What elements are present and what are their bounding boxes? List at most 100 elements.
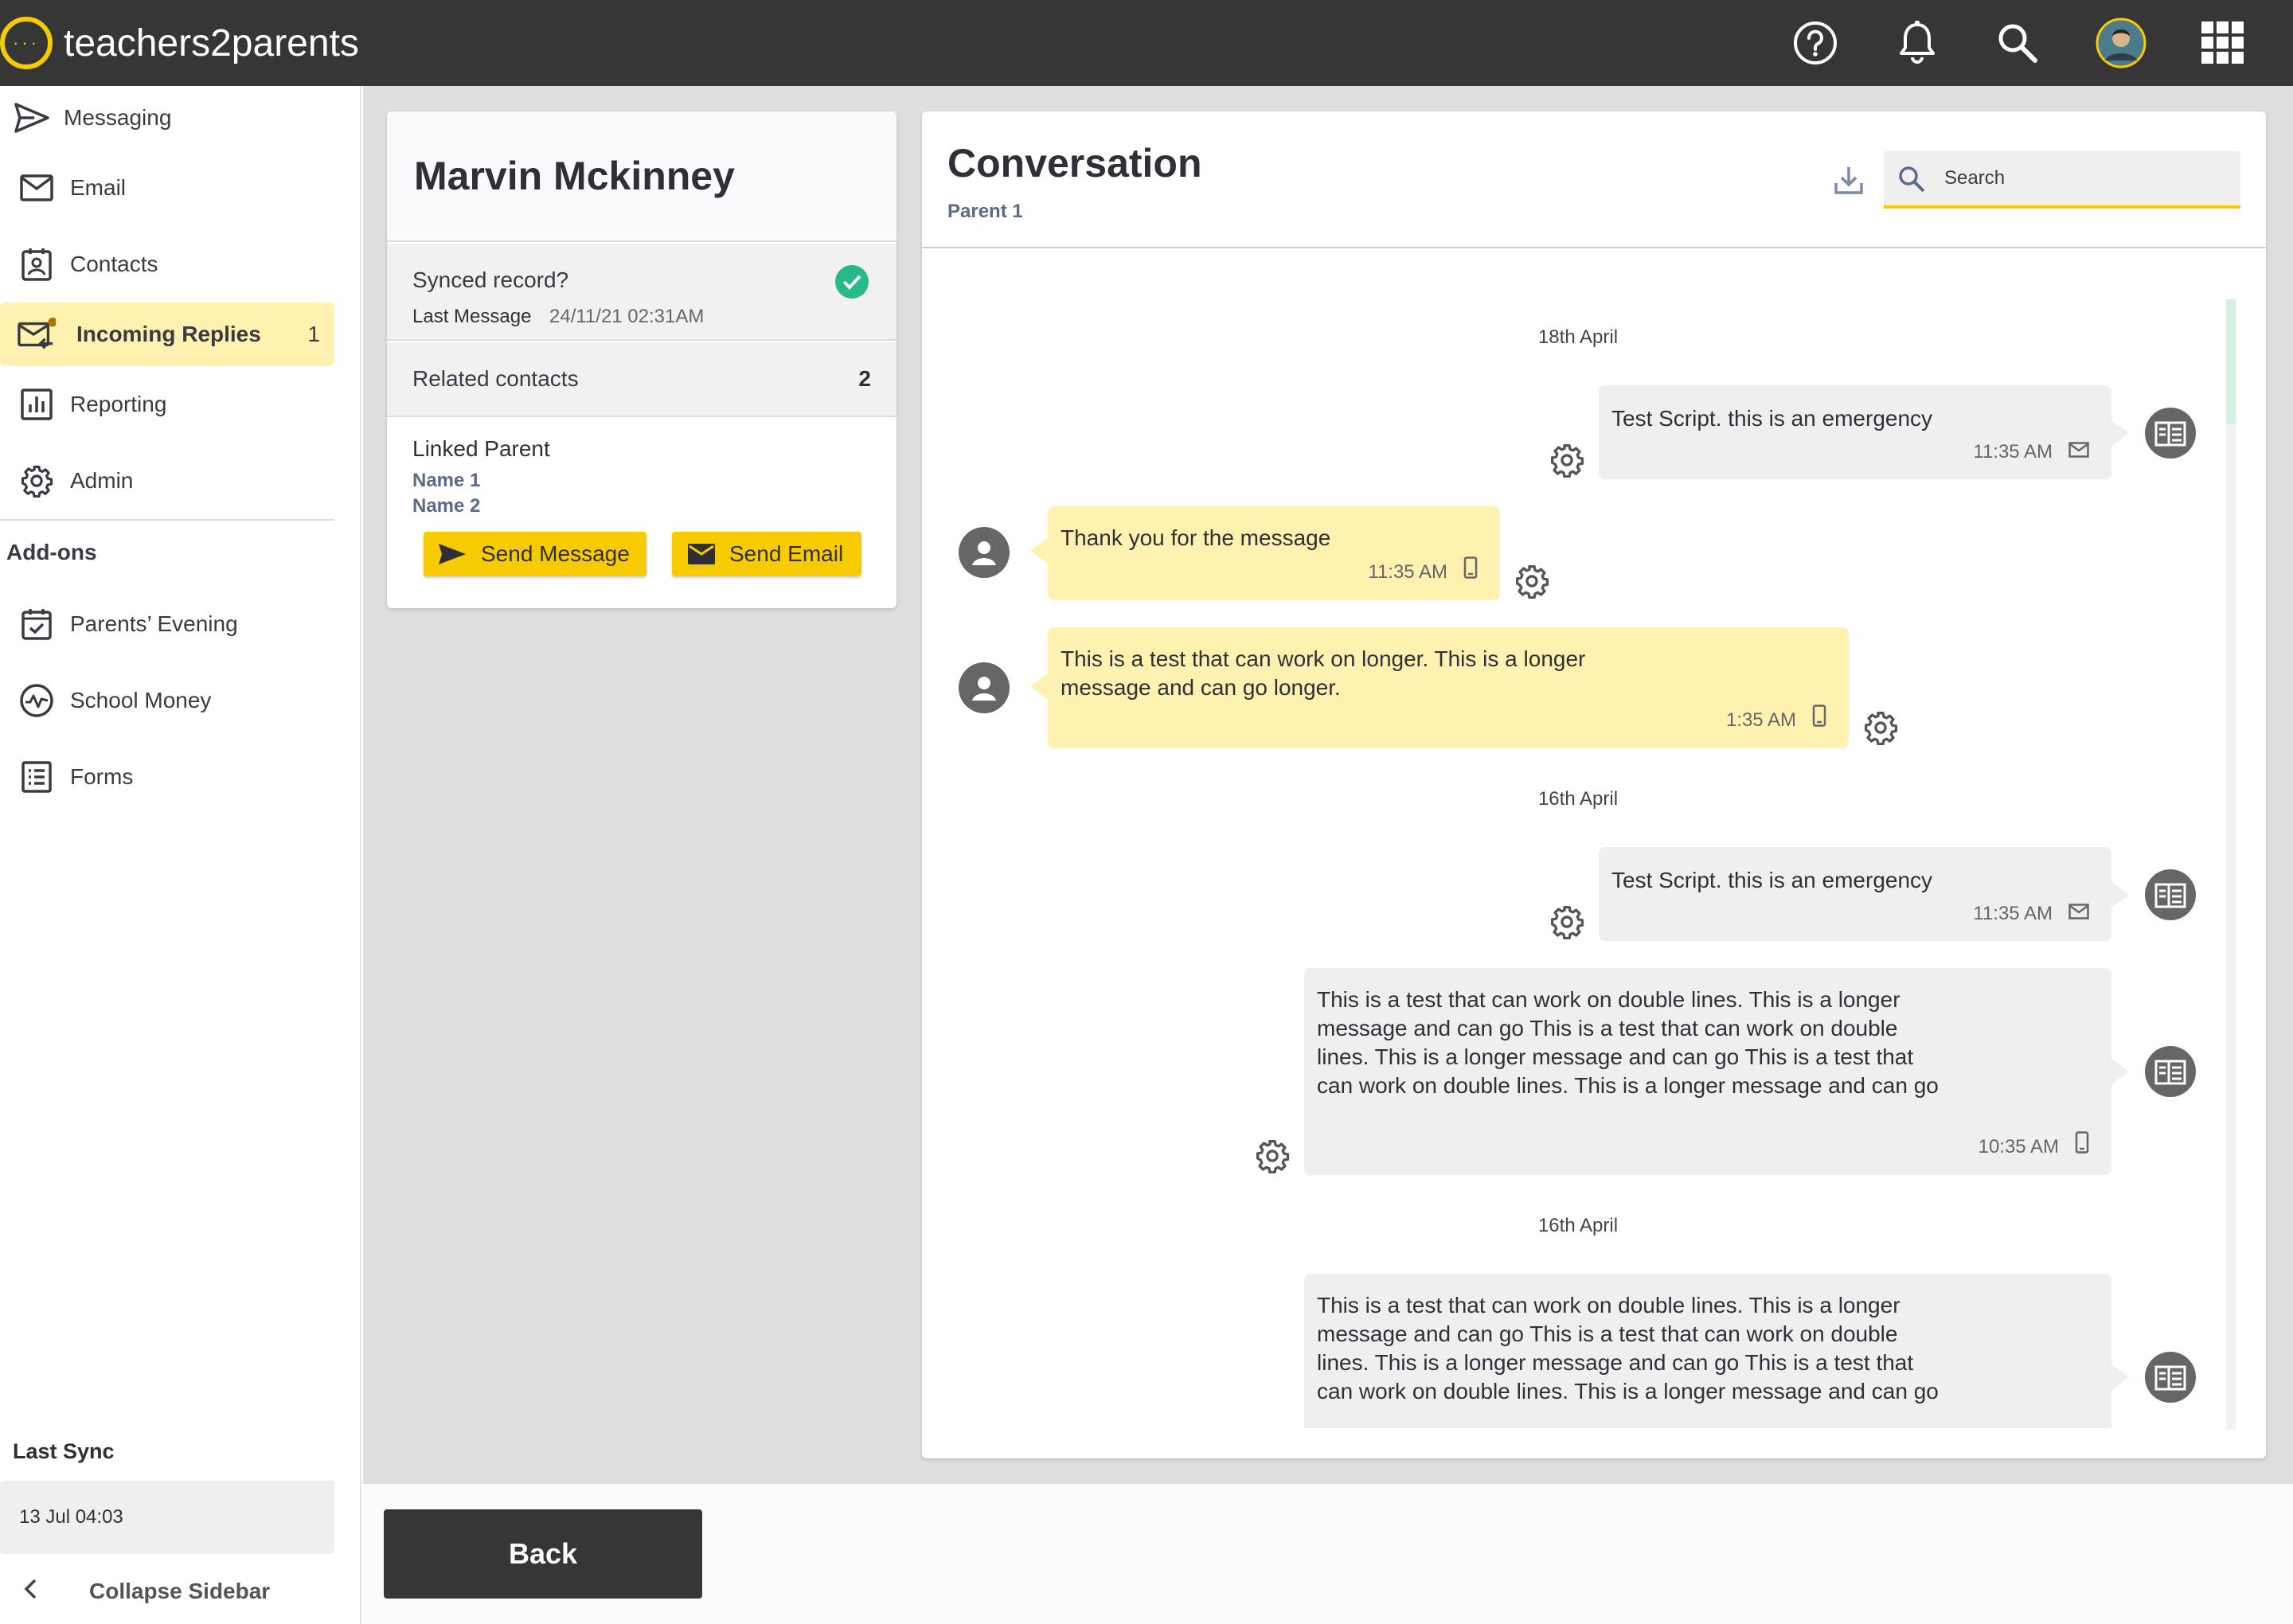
settings-gear-icon[interactable] xyxy=(1255,1138,1290,1174)
email-icon xyxy=(2068,900,2089,928)
send-message-button[interactable]: Send Message xyxy=(424,532,646,576)
contact-name: Marvin Mckinney xyxy=(414,154,735,198)
form-list-icon xyxy=(18,758,56,796)
sidebar-item-incoming-replies[interactable]: Incoming Replies 1 xyxy=(0,303,334,366)
sidebar-item-label: Reporting xyxy=(70,392,167,416)
bubble-tail xyxy=(1030,538,1048,564)
school-building-icon xyxy=(2145,1046,2196,1097)
search-icon[interactable] xyxy=(1992,18,2043,68)
message-bubble-incoming[interactable]: This is a test that can work on longer. … xyxy=(1048,627,1849,748)
send-message-label: Send Message xyxy=(481,541,630,566)
back-button[interactable]: Back xyxy=(384,1509,702,1599)
conversation-title: Conversation xyxy=(947,141,1202,185)
logo[interactable]: ··· teachers2parents xyxy=(0,12,359,74)
check-circle-icon xyxy=(834,264,869,303)
message-bubble-outgoing[interactable]: This is a test that can work on double l… xyxy=(1304,1274,2111,1428)
sidebar-item-parents-evening[interactable]: Parents’ Evening xyxy=(0,592,334,656)
addons-title: Add-ons xyxy=(6,540,97,564)
contact-card: Marvin Mckinney Synced record? Last Mess… xyxy=(387,111,896,608)
send-icon xyxy=(13,99,51,137)
sidebar-item-reporting[interactable]: Reporting xyxy=(0,373,334,436)
chevron-left-icon xyxy=(22,1578,38,1606)
sidebar-item-email[interactable]: Email xyxy=(0,156,334,220)
conversation-panel: Conversation Parent 1 Search 18th April … xyxy=(922,111,2266,1458)
message-text: Test Script. this is an emergency xyxy=(1611,868,1933,892)
download-icon[interactable] xyxy=(1833,164,1865,200)
message-text: Thank you for the message xyxy=(1061,525,1331,550)
related-contacts-label: Related contacts xyxy=(412,366,579,391)
date-separator: 18th April xyxy=(1537,326,1619,348)
school-building-icon xyxy=(2145,1352,2196,1403)
collapse-sidebar-button[interactable]: Collapse Sidebar xyxy=(0,1563,334,1619)
header-divider xyxy=(922,247,2266,248)
sidebar-item-messaging[interactable]: Messaging xyxy=(0,86,334,150)
date-separator: 16th April xyxy=(1537,788,1619,810)
message-text: This is a test that can work on longer. … xyxy=(1061,646,1586,700)
date-separator: 16th April xyxy=(1537,1215,1619,1236)
money-pulse-icon xyxy=(18,681,56,720)
sidebar-item-label: Incoming Replies xyxy=(76,322,261,346)
linked-name[interactable]: Name 2 xyxy=(412,495,480,517)
last-message-value: 24/11/21 02:31AM xyxy=(549,306,705,327)
message-bubble-outgoing[interactable]: This is a test that can work on double l… xyxy=(1304,968,2111,1175)
app-title: teachers2parents xyxy=(64,21,359,64)
settings-gear-icon[interactable] xyxy=(1863,710,1898,746)
bubble-tail xyxy=(2111,1364,2129,1390)
collapse-sidebar-label: Collapse Sidebar xyxy=(89,1579,271,1603)
gear-icon xyxy=(18,462,56,500)
contacts-icon xyxy=(18,245,56,283)
last-message-label: Last Message xyxy=(412,306,532,327)
linked-name[interactable]: Name 1 xyxy=(412,470,480,492)
last-sync-value: 13 Jul 04:03 xyxy=(0,1481,334,1554)
settings-gear-icon[interactable] xyxy=(1549,443,1584,478)
message-time: 10:35 AM xyxy=(1978,1135,2059,1157)
phone-icon xyxy=(1463,556,1478,588)
message-time: 11:35 AM xyxy=(1973,441,2053,463)
related-contacts-row[interactable]: Related contacts 2 xyxy=(387,342,896,417)
bubble-tail xyxy=(2111,882,2129,908)
scrollbar[interactable] xyxy=(2226,299,2236,1430)
conversation-subtitle: Parent 1 xyxy=(947,201,1023,222)
sidebar-item-contacts[interactable]: Contacts xyxy=(0,232,334,296)
logo-icon: ··· xyxy=(0,17,53,69)
message-bubble-incoming[interactable]: Thank you for the message 11:35 AM xyxy=(1048,506,1500,600)
sidebar-item-label: Messaging xyxy=(64,105,172,130)
search-box[interactable]: Search xyxy=(1884,151,2240,209)
settings-gear-icon[interactable] xyxy=(1549,904,1584,940)
help-icon[interactable] xyxy=(1790,18,1841,68)
message-clip: This is a test that can work on double l… xyxy=(1304,1274,2111,1428)
search-input[interactable]: Search xyxy=(1944,167,2005,189)
bubble-tail xyxy=(2111,1059,2129,1084)
phone-icon xyxy=(2075,1131,2089,1162)
sidebar-item-forms[interactable]: Forms xyxy=(0,745,334,809)
sidebar-item-label: Contacts xyxy=(70,252,158,276)
contact-header: Marvin Mckinney xyxy=(387,111,896,242)
send-email-label: Send Email xyxy=(729,541,844,566)
sidebar-item-label: Parents’ Evening xyxy=(70,611,238,636)
settings-gear-icon[interactable] xyxy=(1514,564,1549,599)
sidebar-item-label: Admin xyxy=(70,468,134,493)
bubble-tail xyxy=(2111,420,2129,446)
apps-grid-icon[interactable] xyxy=(2197,18,2248,68)
message-time: 1:35 AM xyxy=(1725,709,1796,731)
message-time: 11:35 AM xyxy=(1368,560,1447,583)
sidebar-item-label: School Money xyxy=(70,688,212,712)
message-text: This is a test that can work on double l… xyxy=(1317,1293,1939,1403)
parent-avatar-icon xyxy=(959,662,1010,713)
avatar[interactable] xyxy=(2096,18,2147,68)
mail-icon xyxy=(18,169,56,207)
scrollbar-thumb[interactable] xyxy=(2226,299,2236,424)
sidebar-item-admin[interactable]: Admin xyxy=(0,449,334,513)
message-bubble-outgoing[interactable]: Test Script. this is an emergency 11:35 … xyxy=(1599,385,2111,479)
school-building-icon xyxy=(2145,408,2196,459)
send-email-button[interactable]: Send Email xyxy=(672,532,861,576)
top-bar: ··· teachers2parents xyxy=(0,0,2293,86)
sidebar-item-label: Forms xyxy=(70,764,134,789)
parent-avatar-icon xyxy=(959,527,1010,578)
message-bubble-outgoing[interactable]: Test Script. this is an emergency 11:35 … xyxy=(1599,847,2111,941)
sidebar-item-label: Email xyxy=(70,175,127,200)
bell-icon[interactable] xyxy=(1892,18,1943,68)
email-icon xyxy=(2068,438,2089,467)
linked-parent-label: Linked Parent xyxy=(412,436,550,461)
sidebar-item-school-money[interactable]: School Money xyxy=(0,669,334,732)
